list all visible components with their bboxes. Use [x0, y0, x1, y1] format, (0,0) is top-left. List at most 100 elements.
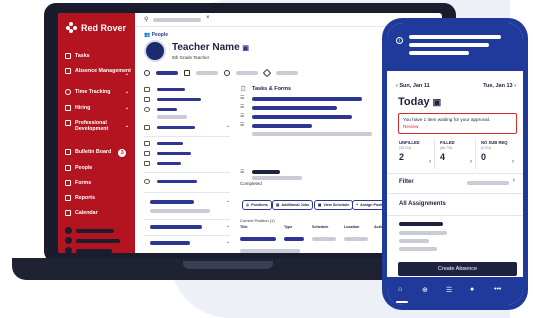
- list-item: [144, 179, 197, 184]
- chevron-down-icon: ⌄: [124, 71, 129, 77]
- clipboard-icon: 📋: [240, 86, 247, 92]
- task-row[interactable]: [252, 115, 352, 119]
- teacher-name: Teacher Name: [172, 42, 240, 53]
- stat-filled[interactable]: FILLED (66.7%) 4 ›: [437, 139, 476, 169]
- tab-overview[interactable]: [156, 71, 178, 75]
- filter-value[interactable]: [467, 181, 509, 185]
- sidebar-item-people[interactable]: People: [65, 165, 131, 171]
- stat-no-sub-req[interactable]: NO SUB REQ (0.0%) 0 ›: [478, 139, 517, 169]
- bell-icon[interactable]: ●: [470, 286, 474, 293]
- additional-jobs-button[interactable]: ▤ Additional Jobs: [272, 200, 314, 210]
- placeholder-bar: [409, 51, 469, 55]
- tab-schedule[interactable]: [196, 71, 218, 75]
- calendar-icon[interactable]: [184, 70, 190, 76]
- brand-logo[interactable]: Red Rover: [66, 22, 126, 33]
- placeholder-bar: [150, 241, 190, 245]
- add-icon[interactable]: ⊕: [422, 286, 428, 294]
- column-header: Location: [344, 225, 360, 229]
- active-tab-indicator: [396, 301, 408, 303]
- create-absence-button[interactable]: Create Absence: [398, 262, 517, 276]
- chevron-right-icon[interactable]: ›: [513, 177, 515, 184]
- phone-icon: [144, 87, 150, 92]
- info-icon[interactable]: i: [396, 37, 403, 44]
- tab-time[interactable]: [236, 71, 258, 75]
- sidebar-item-tasks[interactable]: Tasks: [65, 53, 131, 59]
- placeholder-bar: [399, 239, 429, 243]
- info-icon[interactable]: [144, 70, 150, 76]
- tab-forms[interactable]: [276, 71, 298, 75]
- task-row[interactable]: [252, 97, 362, 101]
- list-item: [150, 209, 210, 213]
- list-item[interactable]: [150, 200, 194, 204]
- chevron-right-icon: ›: [512, 159, 514, 165]
- next-date: Tue, Jan 13: [483, 83, 513, 89]
- clock-icon[interactable]: [224, 70, 230, 76]
- avatar: [65, 227, 72, 234]
- chevron-right-icon: ›: [429, 159, 431, 165]
- sidebar-item-reports[interactable]: Reports: [65, 195, 131, 201]
- sidebar-item-calendar[interactable]: Calendar: [65, 210, 131, 216]
- placeholder-bar: [150, 200, 194, 204]
- breadcrumb-label: People: [151, 32, 169, 38]
- positions-button[interactable]: ◎ Positions: [242, 200, 272, 210]
- sidebar-item-label: Time Tracking: [75, 89, 111, 95]
- task-row[interactable]: [252, 170, 280, 174]
- sidebar-item-time-tracking[interactable]: Time Tracking ⌄: [65, 89, 131, 95]
- more-icon[interactable]: •••: [494, 286, 501, 293]
- breadcrumb[interactable]: 👥 People: [144, 32, 168, 38]
- review-link[interactable]: Review: [403, 124, 512, 129]
- search-input[interactable]: [153, 18, 201, 22]
- table-row[interactable]: [240, 237, 276, 241]
- chevron-down-icon[interactable]: ⌄: [226, 198, 230, 204]
- location-icon: [144, 107, 150, 112]
- avatar: [65, 247, 72, 253]
- sidebar-item-absence[interactable]: Absence Management ⌄: [65, 68, 131, 77]
- assignment-title[interactable]: [399, 222, 443, 226]
- home-icon[interactable]: ⌂: [398, 286, 402, 293]
- pencil-icon[interactable]: [262, 68, 272, 78]
- chevron-left-icon: ‹: [396, 83, 398, 89]
- list-item: [144, 107, 177, 112]
- sidebar-item-forms[interactable]: Forms: [65, 180, 131, 186]
- list-item[interactable]: [150, 225, 202, 229]
- prev-day-button[interactable]: ‹ Sun, Jan 11: [396, 83, 430, 89]
- calendar-icon: [65, 210, 71, 216]
- list-item: [157, 115, 187, 119]
- phone-tab-bar: ⌂ ⊕ ☰ ● •••: [387, 277, 523, 305]
- list-item: [144, 141, 183, 146]
- placeholder-bar: [150, 209, 210, 213]
- task-row[interactable]: [252, 124, 312, 128]
- list-icon[interactable]: ☰: [446, 286, 452, 294]
- sidebar-item-label: Professional Development: [75, 120, 109, 132]
- view-schedule-button[interactable]: ▦ View Schedule: [314, 200, 354, 210]
- sidebar-item-hiring[interactable]: Hiring ⌄: [65, 105, 131, 111]
- sidebar-item-bulletin-board[interactable]: Bulletin Board 3: [65, 149, 131, 157]
- divider: [144, 235, 230, 236]
- today-heading: Today ▣: [398, 96, 441, 108]
- search-icon[interactable]: ⚲: [144, 16, 148, 23]
- stat-label: FILLED: [440, 140, 455, 145]
- stat-value: 4: [440, 152, 446, 162]
- chevron-right-icon: ›: [514, 83, 516, 89]
- sidebar-item-label: People: [75, 165, 93, 171]
- list-item[interactable]: [150, 241, 190, 245]
- close-icon[interactable]: ×: [206, 15, 210, 21]
- chevron-down-icon: ⌄: [124, 123, 129, 129]
- briefcase-icon: [65, 105, 71, 111]
- sidebar-item-professional-development[interactable]: Professional Development ⌄: [65, 120, 131, 132]
- chevron-down-icon[interactable]: ⌄: [226, 239, 230, 245]
- contact-panel: ⌄ ⌄ ⌄ ⌄: [144, 85, 230, 253]
- briefcase-icon: ▤: [276, 203, 280, 207]
- chevron-down-icon[interactable]: ⌄: [226, 123, 230, 129]
- checklist-icon: ☰: [240, 95, 245, 101]
- completed-label: Completed: [240, 181, 262, 186]
- paw-icon: [66, 22, 77, 33]
- stat-unfilled[interactable]: UNFILLED (33.3%) 2 ›: [396, 139, 435, 169]
- task-row[interactable]: [252, 106, 337, 110]
- button-label: Positions: [251, 203, 268, 207]
- next-day-button[interactable]: Tue, Jan 13 ›: [483, 83, 516, 89]
- chevron-down-icon: ⌄: [124, 105, 129, 111]
- stat-percent: (0.0%): [481, 146, 492, 150]
- chevron-down-icon[interactable]: ⌄: [226, 223, 230, 229]
- divider: [387, 173, 523, 174]
